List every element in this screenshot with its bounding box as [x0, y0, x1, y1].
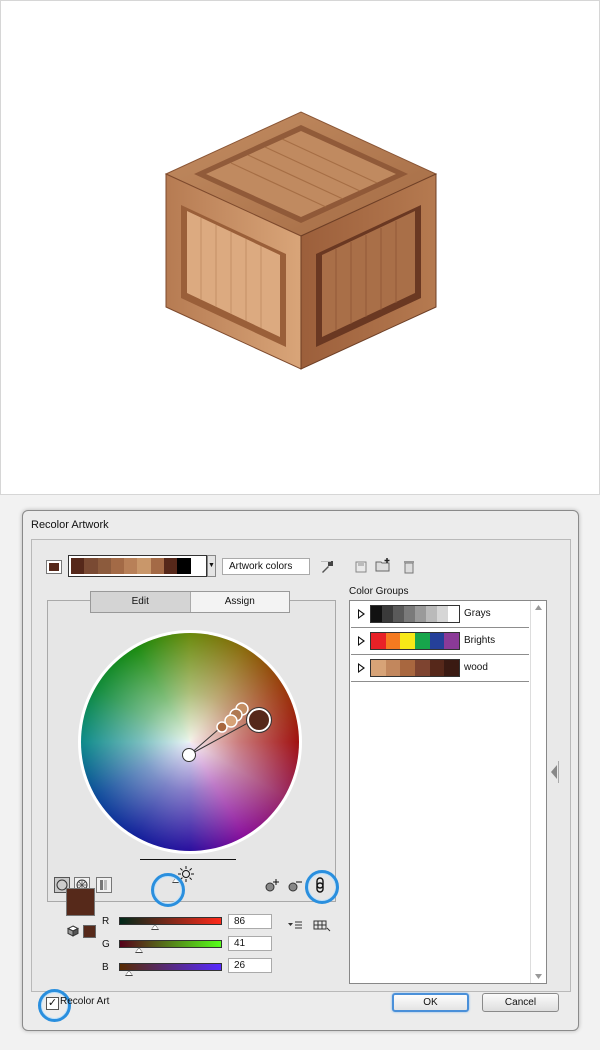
slider-menu-icon[interactable] [287, 920, 303, 932]
expand-triangle-icon[interactable] [358, 609, 365, 619]
color-wheel[interactable] [77, 629, 303, 855]
remove-color-tool-icon[interactable] [287, 877, 303, 893]
recolor-art-label: Recolor Art [60, 996, 109, 1007]
group-color-chip [400, 633, 415, 649]
out-of-gamut-cube-icon[interactable] [67, 925, 79, 937]
cancel-button[interactable]: Cancel [482, 993, 559, 1012]
collapse-panel-icon[interactable] [548, 759, 560, 785]
current-colors-strip[interactable] [68, 555, 207, 577]
red-slider-track[interactable] [119, 917, 222, 925]
group-color-chip [400, 660, 415, 676]
strip-color-chip[interactable] [191, 558, 204, 574]
color-group-name: Grays [464, 608, 491, 619]
group-color-chip [437, 606, 448, 622]
edit-assign-tabs: Edit Assign [90, 591, 290, 613]
blue-slider-thumb[interactable] [125, 970, 133, 976]
strip-color-chip[interactable] [98, 558, 111, 574]
color-group-name-field[interactable]: Artwork colors [222, 558, 310, 575]
group-color-chip [444, 660, 459, 676]
color-group-grays[interactable]: Grays [351, 601, 529, 628]
color-group-brights[interactable]: Brights [351, 628, 529, 655]
red-label: R [102, 916, 112, 927]
green-value-field[interactable]: 41 [228, 936, 272, 951]
color-group-name: wood [464, 662, 488, 673]
group-color-chip [371, 660, 386, 676]
group-color-chip [371, 606, 382, 622]
group-color-chip [415, 660, 430, 676]
group-color-chip [371, 633, 386, 649]
strip-color-chip[interactable] [111, 558, 124, 574]
web-safe-color-swatch[interactable] [83, 925, 96, 938]
color-groups-panel: Grays Brights wood [349, 600, 547, 984]
strip-color-chip[interactable] [124, 558, 137, 574]
group-color-chip [426, 606, 437, 622]
artboard [0, 0, 600, 495]
new-color-group-icon[interactable] [375, 557, 391, 573]
strip-color-chip[interactable] [151, 558, 164, 574]
group-color-chip [415, 633, 430, 649]
tab-assign[interactable]: Assign [191, 592, 290, 612]
group-color-chip [415, 606, 426, 622]
ok-button[interactable]: OK [392, 993, 469, 1012]
red-slider-thumb[interactable] [151, 924, 159, 930]
color-group-chips [370, 605, 460, 623]
selected-color-swatch[interactable] [46, 560, 62, 574]
color-groups-scrollbar[interactable] [530, 601, 546, 983]
brightness-highlight-ring [151, 873, 185, 907]
blue-label: B [102, 962, 112, 973]
color-group-chips [370, 659, 460, 677]
wheel-center-handle[interactable] [183, 749, 196, 762]
dialog-title: Recolor Artwork [31, 519, 109, 531]
group-color-chip [404, 606, 415, 622]
expand-triangle-icon[interactable] [358, 663, 365, 673]
blue-slider-track[interactable] [119, 963, 222, 971]
group-color-chip [448, 606, 459, 622]
color-groups-label: Color Groups [349, 586, 408, 597]
strip-color-chip[interactable] [71, 558, 84, 574]
color-group-chips [370, 632, 460, 650]
strip-color-chip[interactable] [164, 558, 177, 574]
group-color-chip [386, 633, 401, 649]
green-slider-thumb[interactable] [135, 947, 143, 953]
brightness-slider-track[interactable] [140, 859, 236, 860]
group-color-chip [430, 633, 445, 649]
strip-color-chip[interactable] [137, 558, 150, 574]
strip-dropdown-button[interactable]: ▼ [207, 555, 216, 577]
current-color-swatch[interactable] [66, 888, 95, 916]
trash-icon[interactable] [401, 559, 417, 575]
group-color-chip [430, 660, 445, 676]
add-color-tool-icon[interactable] [264, 877, 280, 893]
wooden-crate-illustration [161, 109, 441, 374]
green-label: G [102, 939, 112, 950]
color-bars-icon [97, 878, 111, 892]
recolor-artwork-dialog: Recolor Artwork ▼ Artwork colors Color G… [22, 510, 579, 1031]
group-color-chip [444, 633, 459, 649]
group-color-chip [382, 606, 393, 622]
color-table-icon[interactable] [313, 920, 331, 932]
blue-value-field[interactable]: 26 [228, 958, 272, 973]
red-value-field[interactable]: 86 [228, 914, 272, 929]
link-harmony-colors-icon[interactable] [313, 877, 327, 893]
expand-triangle-icon[interactable] [358, 636, 365, 646]
tab-edit[interactable]: Edit [91, 592, 191, 612]
color-marker[interactable] [217, 722, 227, 732]
group-color-chip [393, 606, 404, 622]
color-bars-mode-button[interactable] [96, 877, 112, 893]
strip-color-chip[interactable] [177, 558, 190, 574]
strip-color-chip[interactable] [84, 558, 97, 574]
save-icon[interactable] [353, 559, 369, 575]
base-color-marker[interactable] [248, 709, 270, 731]
recolor-art-checkbox[interactable]: ✓ [46, 997, 59, 1010]
group-color-chip [386, 660, 401, 676]
eyedropper-icon[interactable] [319, 559, 335, 575]
color-group-wood[interactable]: wood [351, 655, 529, 682]
color-group-name: Brights [464, 635, 495, 646]
